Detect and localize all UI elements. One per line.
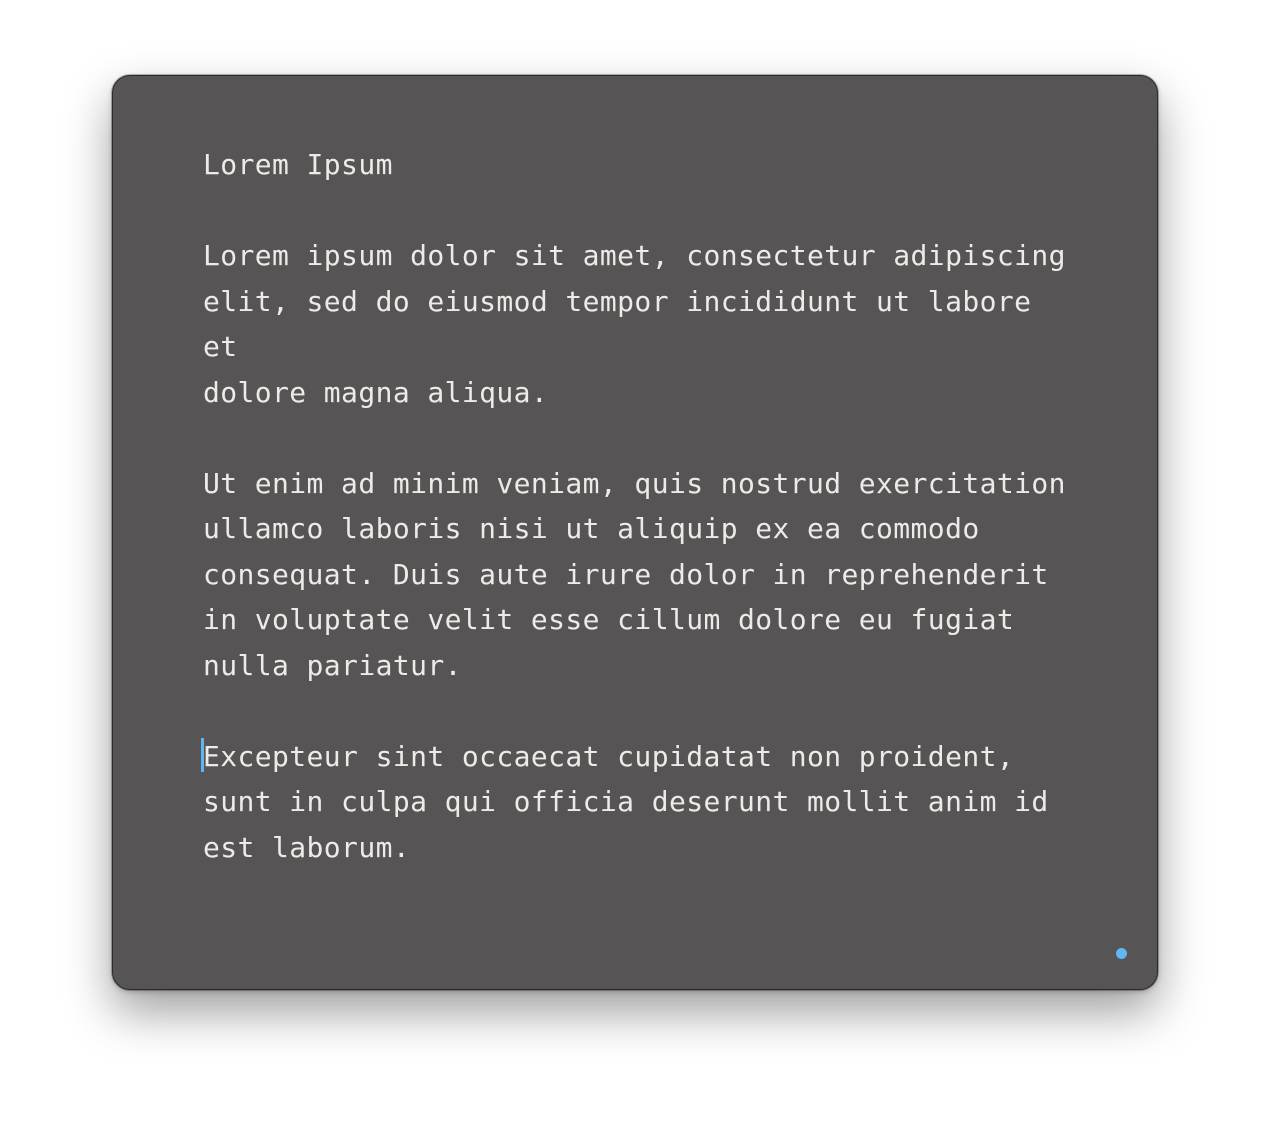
paragraph-3-text: Excepteur sint occaecat cupidatat non pr… bbox=[203, 739, 1049, 864]
editor-window[interactable]: Lorem Ipsum Lorem ipsum dolor sit amet, … bbox=[112, 75, 1158, 990]
paragraph-3: Excepteur sint occaecat cupidatat non pr… bbox=[201, 734, 1083, 871]
status-dot-icon bbox=[1116, 948, 1127, 959]
paragraph-1: Lorem ipsum dolor sit amet, consectetur … bbox=[203, 239, 1066, 409]
document-title: Lorem Ipsum bbox=[203, 148, 393, 181]
paragraph-2: Ut enim ad minim veniam, quis nostrud ex… bbox=[203, 466, 1066, 682]
text-editor[interactable]: Lorem Ipsum Lorem ipsum dolor sit amet, … bbox=[201, 142, 1083, 916]
